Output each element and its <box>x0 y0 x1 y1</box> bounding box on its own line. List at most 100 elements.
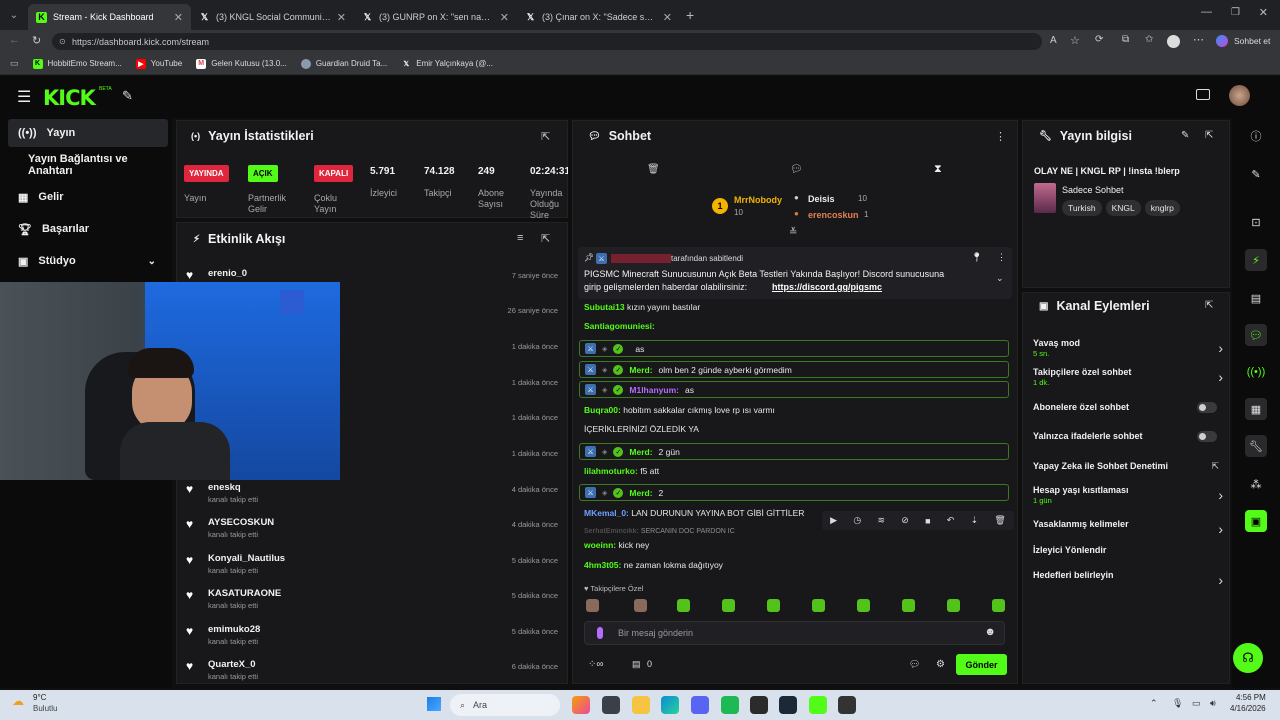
layers-icon[interactable]: ▦ <box>1245 398 1267 420</box>
event-user[interactable]: QuarteX_0 <box>208 659 256 670</box>
undo-icon[interactable]: ↶ <box>947 515 955 526</box>
pinned-link[interactable]: https://discord.gg/pigsmc <box>772 282 882 292</box>
chat-message[interactable]: ⚔︎ ◈ ✓ Merd: 2 gün <box>579 443 1009 460</box>
bookmark[interactable]: K HobbitEmo Stream... <box>32 58 122 69</box>
apps-icon[interactable] <box>572 696 590 714</box>
channel-action-row[interactable]: İzleyici Yönlendir <box>1033 545 1223 567</box>
chat-message[interactable]: ⚔︎ ◈ ✓ Merd: olm ben 2 günde ayberki görmedi… <box>579 361 1009 378</box>
display-icon[interactable]: ▭ <box>1192 698 1201 709</box>
chat-username[interactable]: woeinn: <box>584 540 616 550</box>
discord-icon[interactable] <box>691 696 709 714</box>
chat-username[interactable]: SerhatEmincikk: <box>584 528 639 535</box>
maximize-icon[interactable]: ❐ <box>1231 7 1240 18</box>
bolt-icon[interactable]: ⚡︎ <box>1245 249 1267 271</box>
event-user[interactable]: eneskq <box>208 482 241 493</box>
trash-icon[interactable]: 🗑︎ <box>647 164 660 175</box>
slow-icon[interactable]: ≋ <box>877 515 885 526</box>
unpin-icon[interactable]: 📍︎ <box>971 252 982 263</box>
chat-username[interactable]: Merd: <box>629 447 652 457</box>
emoji-icon[interactable]: ☻ <box>984 626 996 638</box>
browser-tab[interactable]: 𝕏 (3) KNGL Social Community / X ✕ <box>191 4 354 30</box>
reload-icon[interactable]: ↻ <box>32 34 41 47</box>
spotify-icon[interactable] <box>721 696 739 714</box>
bookmark[interactable]: 𝕏 Emir Yalçınkaya (@... <box>401 59 493 69</box>
clock-date[interactable]: 4/16/2026 <box>1230 704 1266 713</box>
emote-icon[interactable] <box>634 599 647 612</box>
pin-icon[interactable]: ✎ <box>122 88 133 104</box>
users-icon[interactable]: ⁘∞ <box>588 659 604 670</box>
sidebar-item-gelir[interactable]: ▦ Gelir <box>8 183 168 211</box>
explorer-icon[interactable] <box>602 696 620 714</box>
channel-action-row[interactable]: Yalnızca ifadelerle sohbet <box>1033 431 1223 453</box>
send-button[interactable]: Gönder <box>956 654 1007 675</box>
tag[interactable]: Turkish <box>1062 200 1102 216</box>
emote-icon[interactable] <box>992 599 1005 612</box>
channel-action-row[interactable]: Yasaklanmış kelimeler › <box>1033 519 1223 541</box>
collapse-icon[interactable]: ≚ <box>789 227 797 238</box>
mic-icon[interactable]: 🎙︎ <box>1172 698 1183 709</box>
chat-username[interactable]: Santiagomuniesi: <box>584 321 655 331</box>
tag[interactable]: KNGL <box>1105 200 1141 216</box>
popout-icon[interactable]: ⇱ <box>541 130 550 143</box>
split-icon[interactable]: ⧉ <box>1122 34 1129 45</box>
kick-logo[interactable]: KICK <box>43 86 96 110</box>
chat-bubble-icon[interactable]: 💬︎ <box>1245 324 1267 346</box>
edit-icon[interactable]: ✎ <box>1181 130 1189 141</box>
layout-icon[interactable] <box>1196 89 1210 100</box>
toggle-switch[interactable] <box>1197 402 1217 413</box>
chat-username[interactable]: M1lhanyum: <box>629 385 679 395</box>
emote-icon[interactable] <box>857 599 870 612</box>
play-icon[interactable]: ▶ <box>830 515 837 526</box>
trash-icon[interactable]: 🗑︎ <box>994 515 1005 526</box>
clock-time[interactable]: 4:56 PM <box>1236 693 1266 702</box>
favorites-icon[interactable]: ✩ <box>1145 34 1153 45</box>
bookmark[interactable]: Guardian Druid Ta... <box>300 58 387 69</box>
sidebar-item-basarilar[interactable]: 🏆︎ Başarılar <box>8 215 168 243</box>
bookmark[interactable]: M Gelen Kutusu (13.0... <box>196 58 287 69</box>
event-user[interactable]: AYSECOSKUN <box>208 517 274 528</box>
chat-username[interactable]: Buqra00: <box>584 405 621 415</box>
sidebar-item-stream-key[interactable]: Yayın Bağlantısı ve Anahtarı <box>8 151 168 179</box>
profile-avatar[interactable] <box>1167 35 1180 48</box>
chat-message[interactable]: ⚔︎ ◈ ✓ Merd: 2 <box>579 484 1009 501</box>
broadcast-icon[interactable]: ((•)) <box>1245 361 1267 383</box>
window-close-icon[interactable]: ✕ <box>1259 6 1268 19</box>
info-icon[interactable]: ⓘ <box>1245 125 1267 147</box>
chat-message[interactable]: İÇERİKLERİNİZİ ÖZLEDİK YA <box>584 424 699 434</box>
media-icon[interactable] <box>838 696 856 714</box>
document-icon[interactable]: ▤ <box>1245 287 1267 309</box>
emote-icon[interactable] <box>722 599 735 612</box>
gear-icon[interactable]: ⚙ <box>936 659 945 670</box>
emote-icon[interactable] <box>947 599 960 612</box>
chat-message[interactable]: Buqra00: hobitım sakkalar cıkmış love rp… <box>584 405 775 415</box>
chat-message[interactable]: MKemal_0: LAN DURUNUN YAYINA BOT GİBİ Gİ… <box>584 508 804 518</box>
chevron-down-icon[interactable]: ⌄ <box>996 273 1004 284</box>
channel-action-row[interactable]: Yapay Zeka ile Sohbet Denetimi ⇱ <box>1033 461 1223 483</box>
bookmark[interactable]: ▶ YouTube <box>135 58 182 69</box>
app-icon[interactable]: ▣ <box>1245 510 1267 532</box>
chat-username[interactable]: Subutai13 <box>584 302 625 312</box>
channel-action-row[interactable]: Abonelere özel sohbet <box>1033 402 1223 424</box>
chat-username[interactable]: Merd: <box>629 365 652 375</box>
more-icon[interactable]: ⋯ <box>1193 33 1204 46</box>
gift-icon[interactable]: ▤ <box>632 659 641 670</box>
browser-tab[interactable]: 𝕏 (3) Çınar on X: "Sadece satranç at ✕ <box>517 4 680 30</box>
channel-action-row[interactable]: Hedefleri belirleyin › <box>1033 570 1223 592</box>
toggle-switch[interactable] <box>1197 431 1217 442</box>
filter-icon[interactable]: ≡ <box>517 232 523 244</box>
emote-icon[interactable] <box>902 599 915 612</box>
taskbar-search[interactable]: ⌕ Ara <box>450 694 560 716</box>
copilot-label[interactable]: Sohbet et <box>1234 36 1270 46</box>
ban-icon[interactable]: ⊘ <box>901 515 909 526</box>
chat-username[interactable]: 4hm3t05: <box>584 560 621 570</box>
tab-list-icon[interactable]: ⌄ <box>0 10 28 21</box>
back-icon[interactable]: ← <box>9 34 20 46</box>
star-icon[interactable]: ☆ <box>1070 34 1080 47</box>
read-aloud-icon[interactable]: A <box>1050 35 1057 46</box>
close-icon[interactable]: ✕ <box>500 11 509 24</box>
support-button[interactable]: ☊ <box>1233 643 1263 673</box>
more-vertical-icon[interactable]: ⋮ <box>997 252 1006 263</box>
chat-message[interactable]: Subutai13 kızın yayını bastılar <box>584 302 700 312</box>
browser-tab[interactable]: 𝕏 (3) GUNRP on X: "sen napıyordun ✕ <box>354 4 517 30</box>
browser-tab[interactable]: K Stream - Kick Dashboard ✕ <box>28 4 191 30</box>
